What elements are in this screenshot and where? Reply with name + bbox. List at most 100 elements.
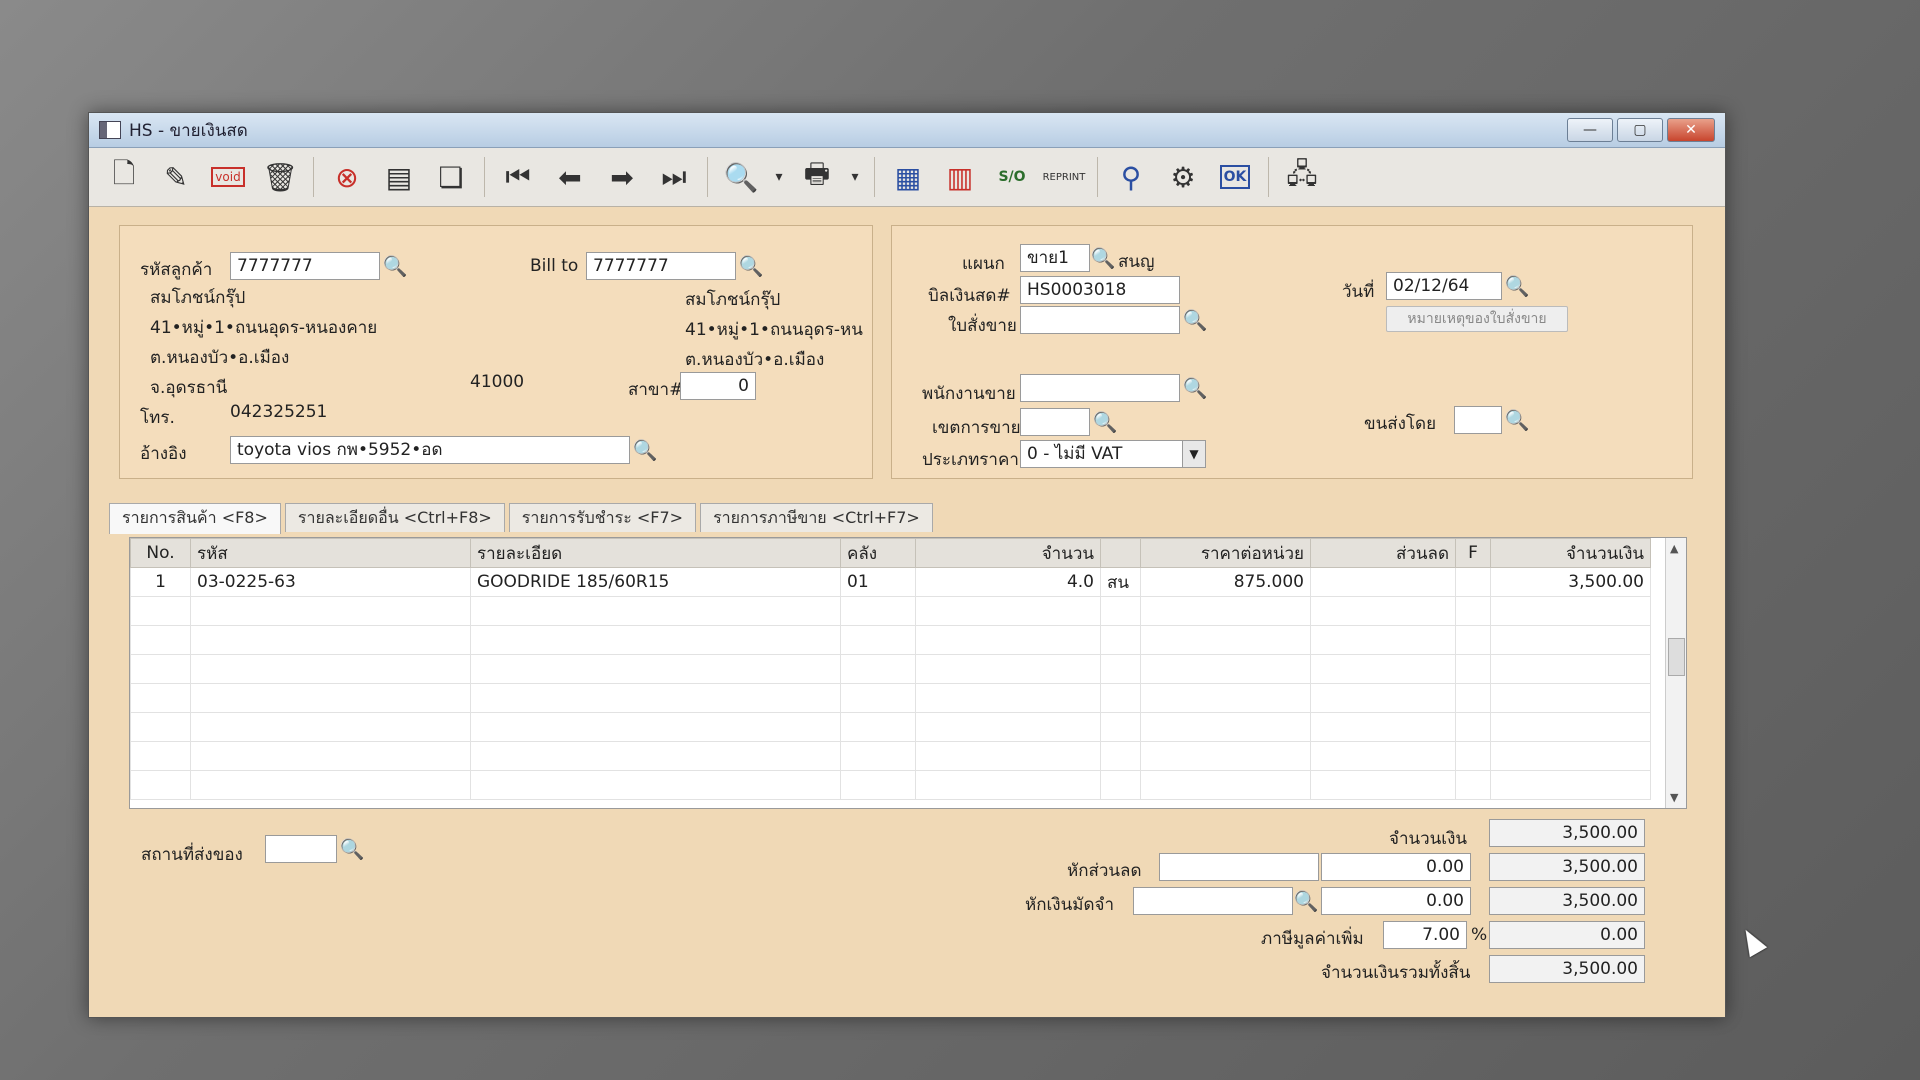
date-picker-icon[interactable]: 🔍	[1504, 272, 1530, 300]
billto-code-field[interactable]: 7777777	[586, 252, 736, 280]
col-no[interactable]: No.	[130, 538, 191, 568]
bill-field[interactable]: HS0003018	[1020, 276, 1180, 304]
close-button[interactable]: ✕	[1667, 118, 1715, 142]
col-unit[interactable]	[1100, 538, 1141, 568]
scroll-down-icon[interactable]: ▼	[1670, 791, 1678, 804]
table-row[interactable]	[130, 770, 1651, 800]
minimize-button[interactable]: —	[1567, 118, 1613, 142]
reprint-icon[interactable]: REPRINT	[1041, 155, 1087, 199]
col-amount[interactable]: จำนวนเงิน	[1490, 538, 1651, 568]
dept-field[interactable]: ขาย1	[1020, 244, 1090, 272]
cell-unit-price[interactable]: 875.000	[1140, 567, 1311, 597]
table-row[interactable]	[130, 596, 1651, 626]
col-detail[interactable]: รายละเอียด	[470, 538, 841, 568]
print-icon[interactable]: 🖶	[794, 155, 840, 199]
table-row[interactable]	[130, 625, 1651, 655]
col-code[interactable]: รหัส	[190, 538, 471, 568]
discount-amount-field[interactable]: 0.00	[1321, 853, 1471, 881]
grand-total-field: 3,500.00	[1489, 955, 1645, 983]
copy-icon[interactable]: ❏	[428, 155, 474, 199]
table-row[interactable]	[130, 712, 1651, 742]
cell-code[interactable]: 03-0225-63	[190, 567, 471, 597]
cell-flag[interactable]	[1455, 567, 1491, 597]
area-field[interactable]	[1020, 408, 1090, 436]
so-field[interactable]	[1020, 306, 1180, 334]
cell-discount[interactable]	[1310, 567, 1456, 597]
price-type-select[interactable]: 0 - ไม่มี VAT	[1020, 440, 1206, 468]
tab-payments[interactable]: รายการรับชำระ <F7>	[508, 503, 697, 532]
tools-icon[interactable]: ⚙	[1160, 155, 1206, 199]
tab-other-details[interactable]: รายละเอียดอื่น <Ctrl+F8>	[284, 503, 505, 532]
amount-label: จำนวนเงิน	[1389, 829, 1468, 849]
print-dropdown-icon[interactable]: ▾	[846, 155, 864, 199]
scroll-up-icon[interactable]: ▲	[1670, 542, 1678, 555]
col-flag[interactable]: F	[1455, 538, 1491, 568]
discount-input[interactable]	[1159, 853, 1319, 881]
grid-scrollbar[interactable]: ▲ ▼	[1665, 538, 1686, 808]
ship-search-icon[interactable]: 🔍	[1504, 406, 1530, 434]
dept-name: สนญ	[1118, 252, 1155, 272]
ref-field[interactable]: toyota vios กพ•5952•อด	[230, 436, 630, 464]
customer-code-field[interactable]: 7777777	[230, 252, 380, 280]
ok-icon[interactable]: OK	[1212, 155, 1258, 199]
table-row[interactable]	[130, 654, 1651, 684]
maximize-button[interactable]: ▢	[1617, 118, 1663, 142]
so-note-button[interactable]: หมายเหตุของใบสั่งขาย	[1386, 306, 1568, 332]
salesman-search-icon[interactable]: 🔍	[1182, 374, 1208, 402]
report2-icon[interactable]: ▥	[937, 155, 983, 199]
cell-unit[interactable]: สน	[1100, 567, 1141, 597]
col-warehouse[interactable]: คลัง	[840, 538, 916, 568]
cell-qty[interactable]: 4.0	[915, 567, 1101, 597]
chevron-down-icon[interactable]: ▼	[1182, 441, 1205, 467]
approve-icon[interactable]: ⚲	[1108, 155, 1154, 199]
table-row[interactable]: 1 03-0225-63 GOODRIDE 185/60R15 01 4.0 ส…	[130, 567, 1651, 597]
dept-search-icon[interactable]: 🔍	[1090, 244, 1116, 272]
tab-sales-tax[interactable]: รายการภาษีขาย <Ctrl+F7>	[700, 503, 933, 532]
table-row[interactable]	[130, 741, 1651, 771]
next-icon[interactable]: ➡	[599, 155, 645, 199]
cell-amount[interactable]: 3,500.00	[1490, 567, 1651, 597]
col-discount[interactable]: ส่วนลด	[1310, 538, 1456, 568]
date-field[interactable]: 02/12/64	[1386, 272, 1502, 300]
billto-search-icon[interactable]: 🔍	[738, 252, 764, 280]
cancel-icon[interactable]: ⊗	[324, 155, 370, 199]
report-icon[interactable]: ▦	[885, 155, 931, 199]
last-icon[interactable]: ⏭	[651, 155, 697, 199]
area-search-icon[interactable]: 🔍	[1092, 408, 1118, 436]
new-icon[interactable]: 🗋	[101, 155, 147, 199]
deposit-amount-field[interactable]: 0.00	[1321, 887, 1471, 915]
so-icon[interactable]: S/O	[989, 155, 1035, 199]
edit-icon[interactable]: ✎	[153, 155, 199, 199]
scroll-thumb[interactable]	[1668, 638, 1685, 676]
ship-field[interactable]	[1454, 406, 1502, 434]
billto-name: สมโภชน์กรุ๊ป	[685, 290, 781, 310]
so-text: S/O	[998, 169, 1026, 185]
ref-label: อ้างอิง	[140, 444, 187, 464]
col-unit-price[interactable]: ราคาต่อหน่วย	[1140, 538, 1311, 568]
save-icon[interactable]: ▤	[376, 155, 422, 199]
find-icon[interactable]: 🔍	[718, 155, 764, 199]
table-row[interactable]	[130, 683, 1651, 713]
deposit-search-icon[interactable]: 🔍	[1293, 887, 1319, 915]
cell-detail[interactable]: GOODRIDE 185/60R15	[470, 567, 841, 597]
delete-icon[interactable]: 🗑	[257, 155, 303, 199]
network-icon[interactable]: 🖧	[1279, 155, 1325, 199]
delivery-search-icon[interactable]: 🔍	[339, 835, 365, 863]
cell-warehouse[interactable]: 01	[840, 567, 916, 597]
prev-icon[interactable]: ⬅	[547, 155, 593, 199]
branch-field[interactable]: 0	[680, 372, 756, 400]
cell-no[interactable]: 1	[130, 567, 191, 597]
salesman-field[interactable]	[1020, 374, 1180, 402]
ref-search-icon[interactable]: 🔍	[632, 436, 658, 464]
delivery-field[interactable]	[265, 835, 337, 863]
customer-search-icon[interactable]: 🔍	[382, 252, 408, 280]
find-dropdown-icon[interactable]: ▾	[770, 155, 788, 199]
first-icon[interactable]: ⏮	[495, 155, 541, 199]
items-grid[interactable]: No. รหัส รายละเอียด คลัง จำนวน ราคาต่อหน…	[129, 537, 1687, 809]
so-search-icon[interactable]: 🔍	[1182, 306, 1208, 334]
tab-items[interactable]: รายการสินค้า <F8>	[109, 503, 281, 534]
deposit-input[interactable]	[1133, 887, 1293, 915]
col-qty[interactable]: จำนวน	[915, 538, 1101, 568]
vat-rate-field[interactable]: 7.00	[1383, 921, 1467, 949]
void-icon[interactable]: void	[205, 155, 251, 199]
